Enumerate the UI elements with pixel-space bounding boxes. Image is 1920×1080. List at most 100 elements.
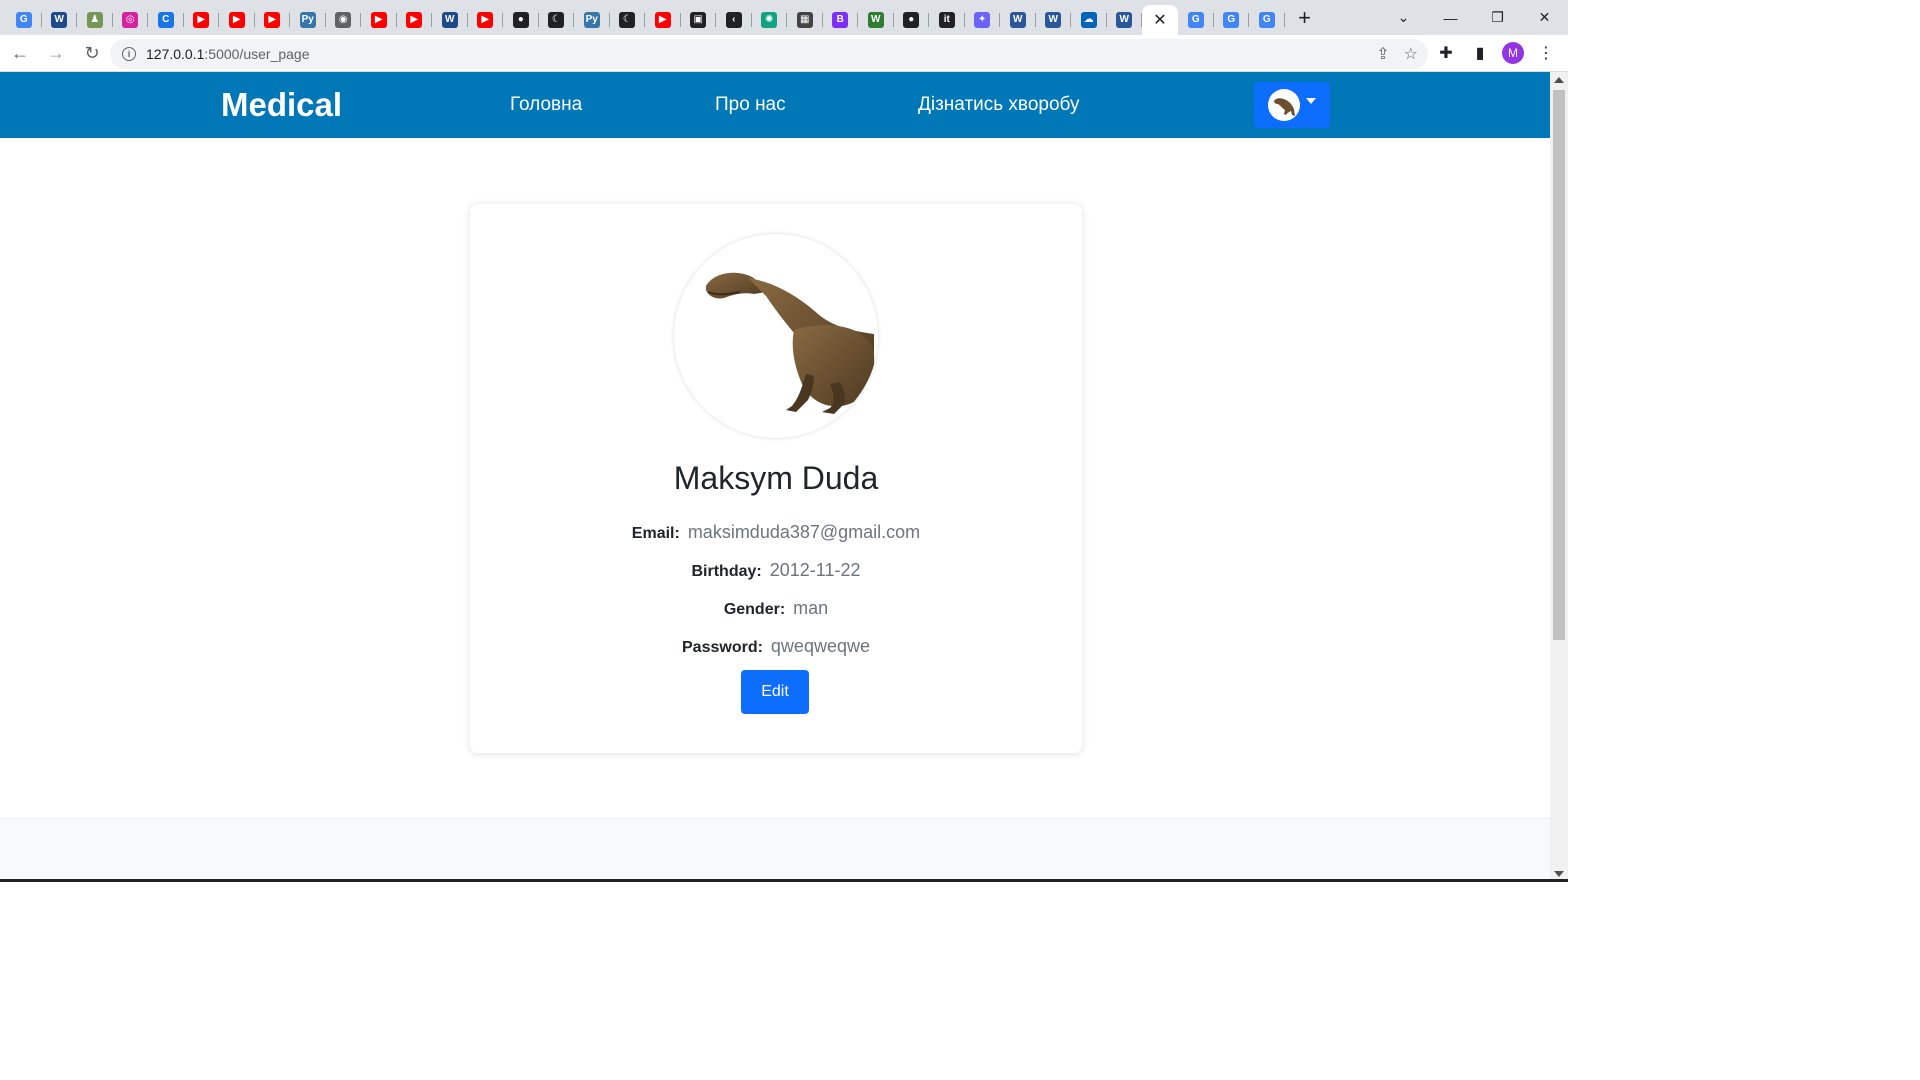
browser-tab[interactable]: W [42, 5, 78, 35]
browser-tab[interactable]: B [823, 5, 859, 35]
wordpress-icon: W [51, 12, 68, 28]
browser-tab[interactable]: G [6, 5, 42, 35]
gender-value: man [793, 598, 829, 618]
browser-tab[interactable]: ✕ [1142, 5, 1178, 35]
birthday-label: Birthday: [691, 563, 762, 580]
instagram-icon: ◎ [122, 12, 139, 28]
browser-tab[interactable]: ▶ [219, 5, 255, 35]
browser-tab[interactable]: ‹ [716, 5, 752, 35]
site-navbar: Medical Головна Про нас Дізнатись хвороб… [0, 72, 1550, 138]
youtube-icon: ▶ [370, 12, 387, 28]
browser-tab[interactable]: ☾ [610, 5, 646, 35]
profile-avatar-button[interactable]: M [1502, 42, 1524, 64]
browser-tab[interactable]: W [1036, 5, 1072, 35]
browser-tab[interactable]: ▶ [184, 5, 220, 35]
chess-icon: ♟ [86, 12, 103, 28]
close-window-icon[interactable]: ✕ [1521, 9, 1568, 26]
omnibox-actions: ⇪ ☆ [1376, 44, 1418, 64]
browser-tab[interactable]: Py [574, 5, 610, 35]
browser-tab[interactable]: ☁ [1071, 5, 1107, 35]
site-info-icon[interactable]: i [122, 47, 136, 61]
browser-tab[interactable]: ● [503, 5, 539, 35]
onedrive-icon: ☁ [1080, 12, 1097, 28]
password-value: qweqweqwe [770, 636, 870, 656]
browser-tab[interactable]: W [1107, 5, 1143, 35]
forward-icon[interactable]: → [40, 37, 72, 69]
dark-app-icon: ▣ [690, 12, 707, 28]
browser-tab[interactable]: ◎ [113, 5, 149, 35]
profile-name: Maksym Duda [673, 460, 879, 496]
browser-tab[interactable]: ▶ [397, 5, 433, 35]
browser-tab[interactable]: ▣ [681, 5, 717, 35]
browser-tab[interactable]: it [929, 5, 965, 35]
taskbar-edge [0, 879, 1568, 882]
browser-tab[interactable]: ◉ [326, 5, 362, 35]
browser-tab[interactable]: ▶ [468, 5, 504, 35]
youtube-icon: ▶ [477, 12, 494, 28]
user-dropdown-button[interactable] [1254, 82, 1330, 128]
browser-tab[interactable]: G [1249, 5, 1285, 35]
share-icon[interactable]: ⇪ [1376, 44, 1389, 64]
python-icon: Py [299, 12, 316, 28]
youtube-icon: ▶ [193, 12, 210, 28]
toolbar-actions: ✚ ▮ M ⋮ [1434, 37, 1558, 69]
browser-tab[interactable]: ✺ [752, 5, 788, 35]
gender-label: Gender: [723, 601, 786, 618]
browser-tab[interactable]: ▶ [645, 5, 681, 35]
url-path: :5000/user_page [204, 46, 310, 62]
restore-icon[interactable]: ❐ [1474, 9, 1521, 26]
reload-icon[interactable]: ↻ [76, 37, 108, 69]
location-icon: ◉ [335, 12, 352, 28]
side-panel-icon[interactable]: ▮ [1468, 37, 1492, 69]
minimize-icon[interactable]: — [1427, 10, 1474, 26]
scrollbar-thumb[interactable] [1553, 90, 1565, 640]
c-icon: C [157, 12, 174, 28]
browser-tab[interactable]: ✦ [965, 5, 1001, 35]
browser-tab[interactable]: ▦ [787, 5, 823, 35]
window-controls: ⌄ — ❐ ✕ [1380, 0, 1568, 35]
back-icon[interactable]: ← [4, 37, 36, 69]
user-avatar-thumbnail [1268, 89, 1300, 121]
browser-tab[interactable]: ☾ [539, 5, 575, 35]
browser-tab[interactable]: Py [290, 5, 326, 35]
close-icon[interactable]: ✕ [1153, 10, 1166, 30]
email-label: Email: [631, 525, 680, 542]
extensions-puzzle-icon[interactable]: ✚ [1434, 37, 1458, 69]
nav-link-about[interactable]: Про нас [715, 94, 786, 116]
edit-profile-button[interactable]: Edit [741, 670, 809, 714]
browser-tab[interactable]: W [858, 5, 894, 35]
word-icon: W [1009, 12, 1026, 28]
brand-logo[interactable]: Medical [221, 86, 342, 124]
browser-tab[interactable]: ♟ [77, 5, 113, 35]
nav-link-diagnose[interactable]: Дізнатись хворобу [918, 94, 1079, 116]
browser-tab[interactable]: ● [894, 5, 930, 35]
google-icon: G [1187, 12, 1204, 28]
youtube-icon: ▶ [264, 12, 281, 28]
email-row: Email: maksimduda387@gmail.com [470, 522, 1082, 543]
bookmark-star-icon[interactable]: ☆ [1404, 44, 1418, 64]
nav-link-home[interactable]: Головна [510, 94, 582, 116]
google-translate-icon: G [15, 12, 32, 28]
scroll-up-arrow-icon[interactable] [1554, 77, 1564, 83]
browser-tab[interactable]: G [1214, 5, 1250, 35]
dinosaur-icon [1274, 98, 1295, 116]
browser-tab[interactable]: C [148, 5, 184, 35]
gender-row: Gender: man [470, 598, 1082, 619]
b-icon: B [832, 12, 849, 28]
menu-kebab-icon[interactable]: ⋮ [1534, 37, 1558, 69]
openai-icon: ✺ [761, 12, 778, 28]
browser-tab[interactable]: G [1178, 5, 1214, 35]
globe-icon: ● [512, 12, 529, 28]
chevron-down-icon [1306, 98, 1316, 104]
address-bar[interactable]: i 127.0.0.1:5000/user_page ⇪ ☆ [110, 39, 1428, 69]
scroll-down-arrow-icon[interactable] [1554, 871, 1564, 877]
browser-tab[interactable]: W [1000, 5, 1036, 35]
browser-tab[interactable]: ▶ [255, 5, 291, 35]
youtube-icon: ▶ [654, 12, 671, 28]
new-tab-button[interactable]: + [1289, 3, 1321, 33]
url-text[interactable]: 127.0.0.1:5000/user_page [146, 46, 309, 62]
tab-search-icon[interactable]: ⌄ [1380, 9, 1427, 26]
browser-tab[interactable]: ▶ [361, 5, 397, 35]
browser-tab[interactable]: W [432, 5, 468, 35]
page-scrollbar[interactable] [1550, 72, 1568, 882]
